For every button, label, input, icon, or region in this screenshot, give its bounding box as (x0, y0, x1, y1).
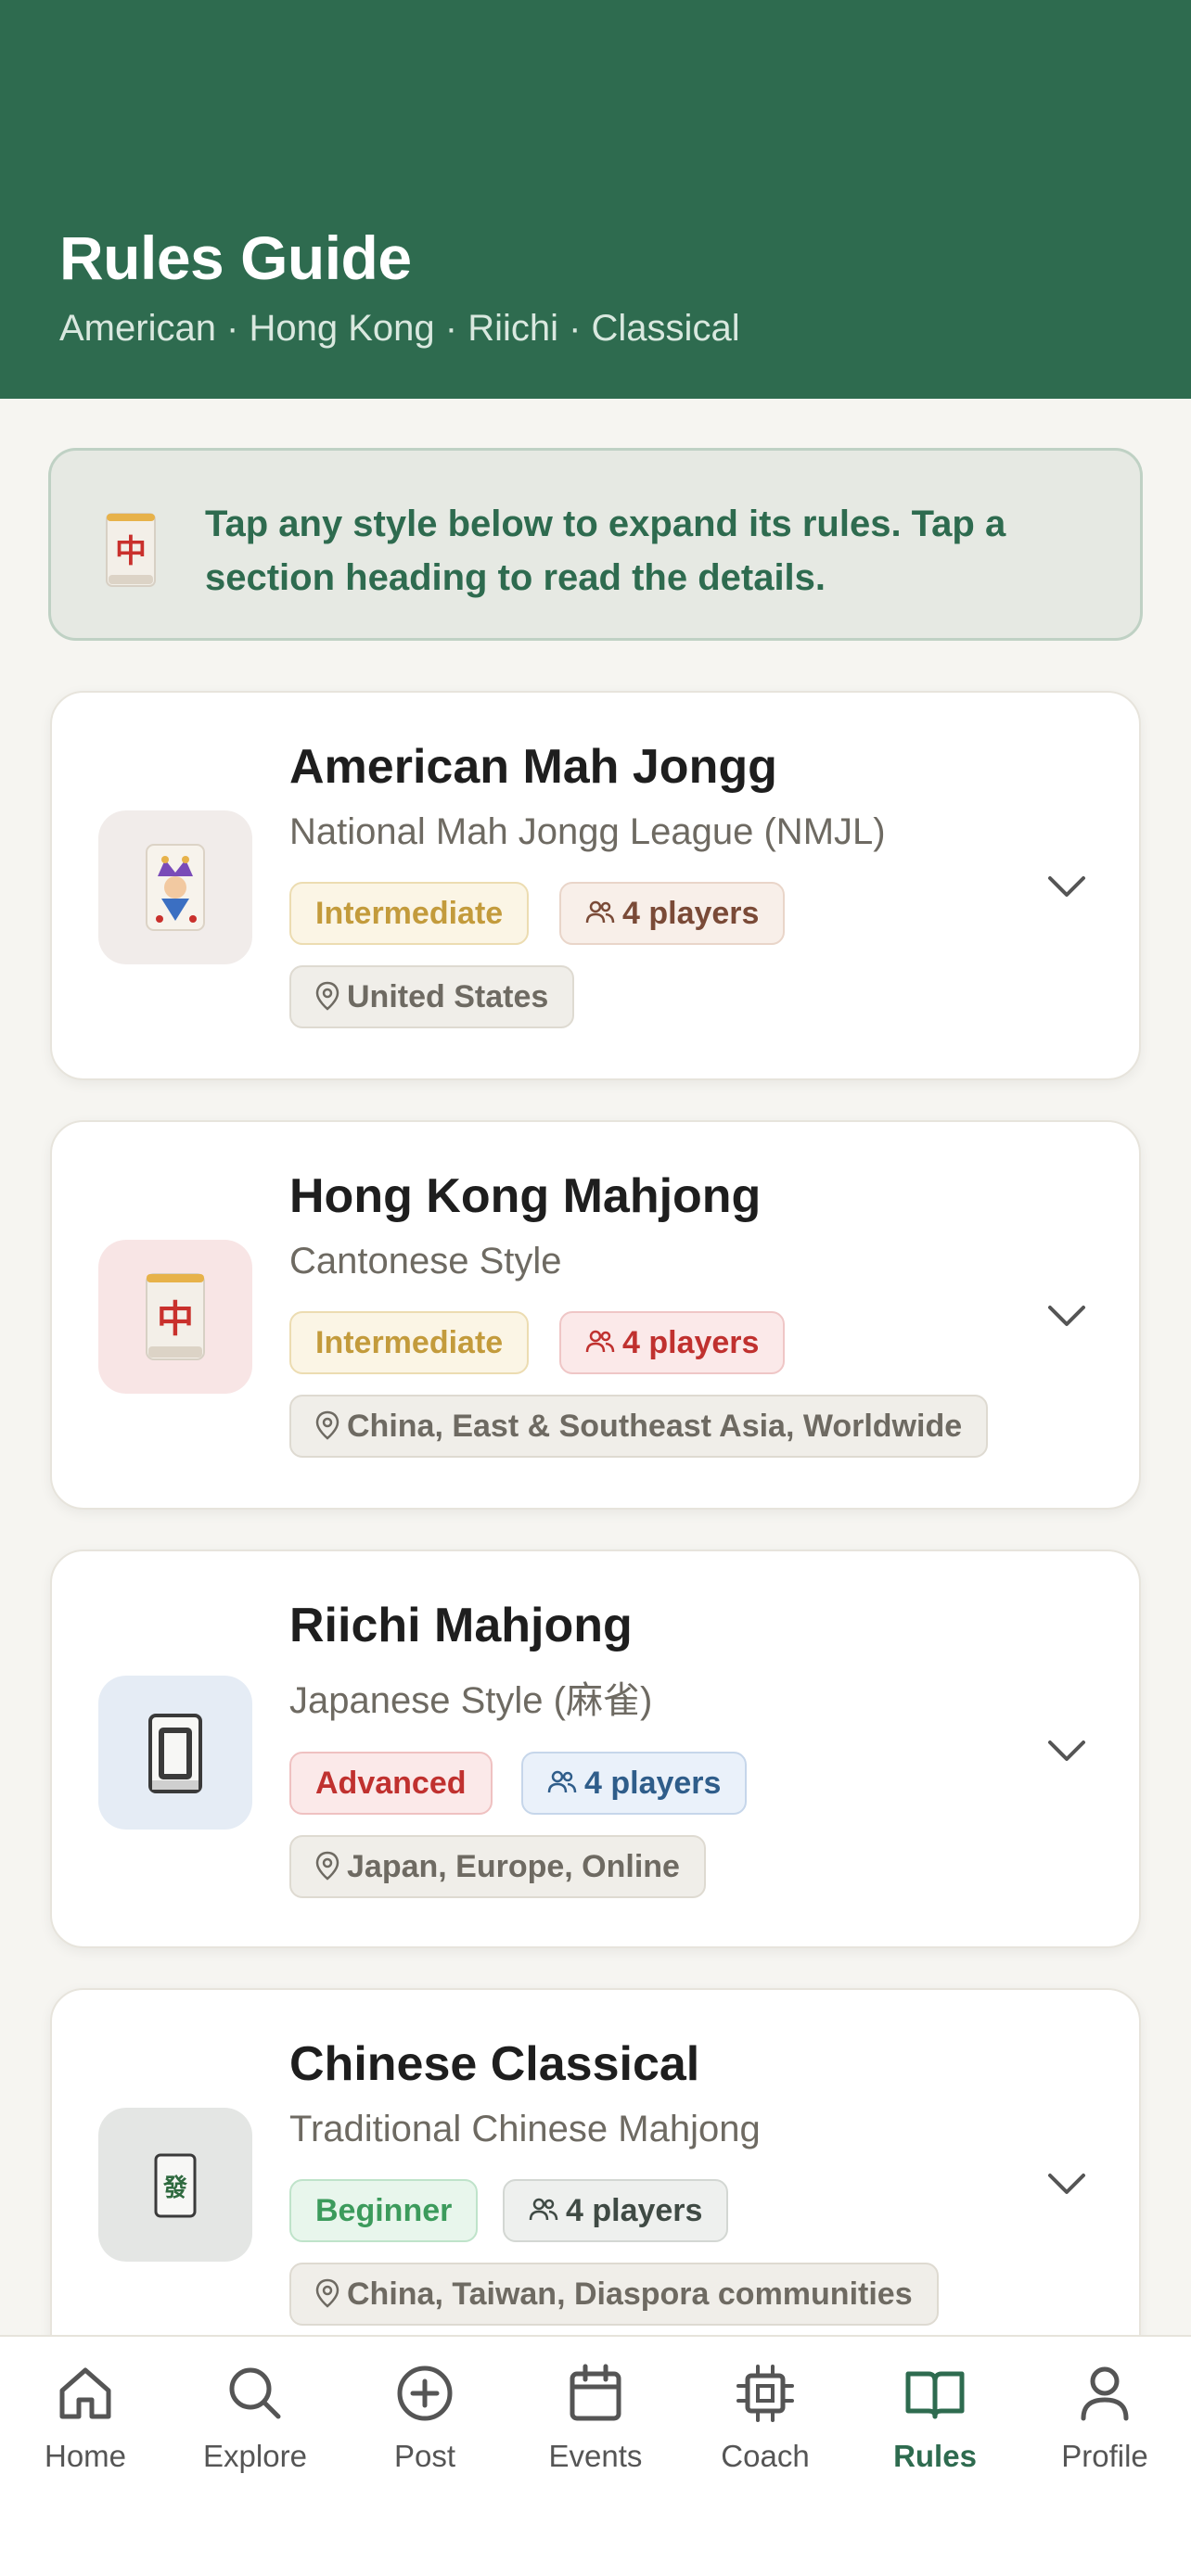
book-icon (905, 2371, 965, 2419)
style-title: American Mah Jongg (289, 740, 777, 794)
joker-tile-icon (146, 844, 205, 931)
style-card-chinese-classical[interactable]: 發 Chinese Classical Traditional Chinese … (50, 1988, 1141, 2387)
nav-item-profile[interactable]: Profile (1031, 2361, 1179, 2491)
difficulty-badge: Beginner (289, 2179, 479, 2242)
white-dragon-tile-icon (148, 1714, 202, 1793)
nav-item-post[interactable]: Post (351, 2361, 499, 2491)
nav-label: Events (548, 2439, 643, 2473)
page-header: Rules Guide American · Hong Kong · Riich… (0, 0, 1191, 399)
chevron-down-icon[interactable] (1046, 874, 1087, 900)
difficulty-badge: Advanced (289, 1752, 493, 1815)
style-icon-tile: 中 (98, 1240, 252, 1394)
location-pin-icon (315, 1410, 339, 1440)
difficulty-badge: Intermediate (289, 1311, 530, 1374)
chip-icon (736, 2365, 794, 2422)
users-icon (529, 2198, 558, 2221)
svg-text:中: 中 (115, 533, 147, 570)
tip-text: Tap any style below to expand its rules.… (205, 504, 1006, 598)
style-title: Hong Kong Mahjong (289, 1169, 762, 1223)
style-subtitle: Traditional Chinese Mahjong (289, 2109, 761, 2149)
users-icon (585, 1330, 615, 1353)
page-subtitle: American · Hong Kong · Riichi · Classica… (59, 308, 740, 349)
nav-label: Rules (893, 2439, 977, 2473)
style-subtitle: Japanese Style (麻雀) (289, 1680, 653, 1721)
user-icon (1081, 2366, 1129, 2421)
style-title: Chinese Classical (289, 2037, 700, 2091)
style-title: Riichi Mahjong (289, 1599, 633, 1652)
nav-item-coach[interactable]: Coach (691, 2361, 839, 2491)
calendar-icon (570, 2364, 621, 2421)
style-icon-tile (98, 1676, 252, 1830)
players-badge: 4 players (559, 1311, 786, 1374)
svg-text:中: 中 (157, 1298, 194, 1341)
red-dragon-tile-icon: 中 (106, 513, 156, 587)
nav-item-events[interactable]: Events (521, 2361, 670, 2491)
nav-label: Home (44, 2439, 127, 2473)
nav-label: Profile (1061, 2439, 1148, 2473)
nav-item-rules[interactable]: Rules (861, 2361, 1009, 2491)
red-dragon-tile-icon: 中 (146, 1273, 205, 1360)
location-pin-icon (315, 2278, 339, 2308)
plus-circle-icon (397, 2366, 453, 2421)
players-badge: 4 players (521, 1752, 748, 1815)
style-icon-tile: 發 (98, 2108, 252, 2262)
style-icon-tile (98, 810, 252, 964)
region-badge: China, Taiwan, Diaspora communities (289, 2263, 939, 2326)
chevron-down-icon[interactable] (1046, 1739, 1087, 1765)
location-pin-icon (315, 1851, 339, 1881)
home-icon (59, 2367, 111, 2419)
style-card-american[interactable]: American Mah Jongg National Mah Jongg Le… (50, 691, 1141, 1080)
region-badge: China, East & Southeast Asia, Worldwide (289, 1395, 989, 1458)
nav-item-home[interactable]: Home (11, 2361, 160, 2491)
nav-item-explore[interactable]: Explore (181, 2361, 329, 2491)
page-title: Rules Guide (59, 223, 412, 292)
nav-label: Coach (721, 2439, 810, 2473)
search-icon (229, 2367, 281, 2419)
nav-label: Post (393, 2439, 456, 2473)
players-badge: 4 players (503, 2179, 729, 2242)
region-badge: Japan, Europe, Online (289, 1835, 706, 1898)
nav-label: Explore (203, 2439, 307, 2473)
style-subtitle: National Mah Jongg League (NMJL) (289, 811, 886, 852)
users-icon (585, 900, 615, 924)
users-icon (547, 1770, 577, 1793)
players-badge: 4 players (559, 882, 786, 945)
style-subtitle: Cantonese Style (289, 1241, 562, 1282)
bottom-nav: Home Explore Post Events Coach Rules Pro… (0, 2335, 1191, 2576)
style-card-riichi[interactable]: Riichi Mahjong Japanese Style (麻雀) Advan… (50, 1549, 1141, 1948)
region-badge: United States (289, 965, 575, 1028)
difficulty-badge: Intermediate (289, 882, 530, 945)
chevron-down-icon[interactable] (1046, 2172, 1087, 2198)
svg-text:發: 發 (162, 2174, 188, 2202)
location-pin-icon (315, 981, 339, 1011)
green-dragon-tile-icon: 發 (154, 2153, 197, 2218)
style-card-hong-kong[interactable]: 中 Hong Kong Mahjong Cantonese Style Inte… (50, 1120, 1141, 1510)
chevron-down-icon[interactable] (1046, 1304, 1087, 1330)
tip-banner: 中 Tap any style below to expand its rule… (48, 448, 1143, 641)
